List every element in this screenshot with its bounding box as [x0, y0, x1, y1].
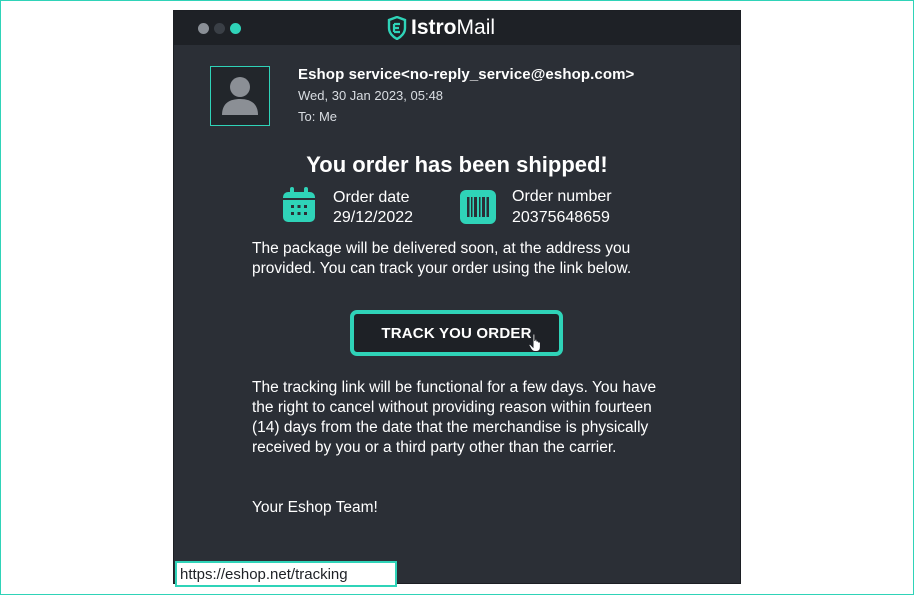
signoff-text: Your Eshop Team!: [252, 499, 378, 516]
window-dot-gray[interactable]: [198, 23, 209, 34]
status-bar-url: https://eshop.net/tracking: [175, 561, 397, 587]
order-date-value: 29/12/2022: [333, 209, 414, 226]
title-bar: Istro Mail: [174, 11, 740, 45]
sender-name: Eshop service<no-reply_service@eshop.com…: [298, 66, 635, 83]
window-dot-accent[interactable]: [230, 23, 241, 34]
delivery-paragraph: The package will be delivered soon, at t…: [252, 240, 632, 277]
email-date: Wed, 30 Jan 2023, 05:48: [298, 88, 444, 103]
cancellation-paragraph: The tracking link will be functional for…: [252, 379, 657, 456]
app-title-bold: Istro: [411, 16, 457, 39]
app-logo: Istro Mail: [387, 16, 495, 40]
calendar-icon: [283, 187, 315, 222]
sender-avatar: [210, 66, 270, 126]
email-recipient: To: Me: [298, 109, 338, 124]
window-dot-dark[interactable]: [214, 23, 225, 34]
order-number-value: 20375648659: [512, 209, 610, 226]
barcode-icon: [460, 190, 496, 224]
order-date-label: Order date: [333, 189, 410, 206]
email-heading: You order has been shipped!: [306, 152, 608, 177]
shield-logo-icon: [387, 16, 407, 40]
user-silhouette-icon: [222, 77, 258, 115]
order-number-label: Order number: [512, 188, 612, 205]
mail-window: Istro Mail Eshop service<no-reply_service…: [173, 10, 741, 584]
hand-cursor-icon: [528, 333, 541, 352]
app-title-light: Mail: [456, 16, 496, 39]
